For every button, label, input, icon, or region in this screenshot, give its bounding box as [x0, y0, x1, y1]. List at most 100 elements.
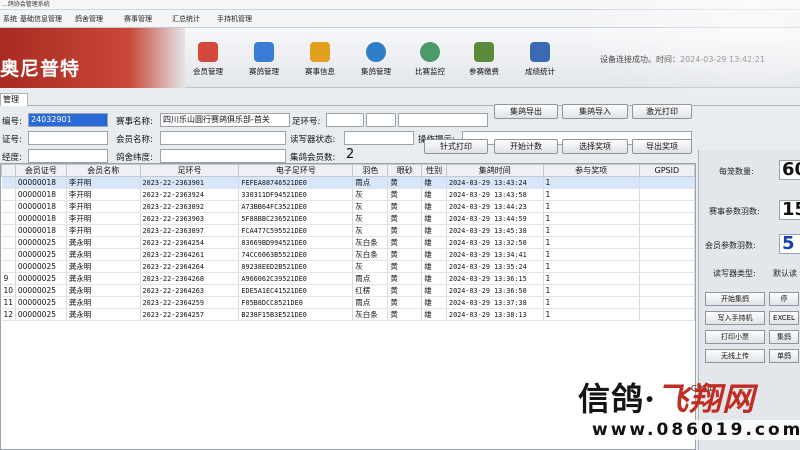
- menu-event[interactable]: 赛事管理: [124, 14, 152, 24]
- status-time: 2024-03-29 13:42:21: [680, 55, 765, 64]
- toolbar-pigeon-button[interactable]: 赛鸽管理: [236, 42, 292, 77]
- import-button[interactable]: 集鸽导入: [562, 104, 628, 119]
- toolbar-stats-button[interactable]: 成绩统计: [512, 42, 568, 77]
- ring-field-3[interactable]: [398, 113, 488, 127]
- cell-eye-sand: 黄: [387, 308, 423, 321]
- toolbar-members-button[interactable]: 会员管理: [180, 42, 236, 77]
- menu-handheld[interactable]: 手持机管理: [217, 14, 252, 24]
- column-header-member-name[interactable]: 会员名称: [65, 164, 141, 177]
- reader-type-value[interactable]: 默认读: [773, 268, 797, 279]
- column-header-electronic-ring[interactable]: 电子足环号: [238, 164, 354, 177]
- table-row[interactable]: 00000018 李开明 2023-22-2363897 FCA477C595521D…: [1, 224, 695, 237]
- number-field[interactable]: 24032901: [28, 113, 108, 127]
- needle-print-button[interactable]: 针式打印: [424, 139, 488, 154]
- toolbar-monitor-button[interactable]: 比赛监控: [402, 42, 458, 77]
- ring-field-2[interactable]: [366, 113, 396, 127]
- table-row[interactable]: 00000025 龚永明 2023-22-2364261 74CC6063B5521D…: [1, 248, 695, 261]
- per-cage-value[interactable]: 60: [779, 160, 800, 180]
- toolbar-gather-button[interactable]: 集鸽管理: [348, 42, 404, 77]
- write-handheld-button[interactable]: 写入手持机: [705, 311, 765, 325]
- cell-eye-sand: 黄: [387, 260, 423, 273]
- toolbar-label: 赛事信息: [305, 67, 335, 76]
- event-param-value[interactable]: 15: [779, 200, 800, 220]
- cell-ring-number: 2023-22-2363892: [140, 200, 240, 213]
- table-row[interactable]: 00000018 李开明 2023-22-2363924 330311DF94521D…: [1, 188, 695, 201]
- table-row[interactable]: 12 00000025 龚永明 2023-22-2364257 B238F15B3E52…: [1, 308, 695, 321]
- column-header-member-id[interactable]: 会员证号: [14, 164, 67, 177]
- latitude-field[interactable]: [160, 149, 286, 163]
- gather-button[interactable]: 集鸽: [769, 330, 799, 344]
- cell-electronic-ring: B238F15B3E521DE0: [238, 308, 354, 321]
- cell-gpsid: [639, 224, 695, 237]
- wireless-upload-button[interactable]: 无线上传: [705, 349, 765, 363]
- cell-sex: 雄: [421, 212, 447, 225]
- cell-eye-sand: 黄: [387, 296, 423, 309]
- menu-basic-info[interactable]: 基础信息管理: [20, 14, 62, 24]
- toolbar-fee-button[interactable]: 参赛缴费: [456, 42, 512, 77]
- excel-button[interactable]: EXCEL: [769, 311, 799, 325]
- device-status: 设备连接成功。时间：2024-03-29 13:42:21: [600, 54, 765, 65]
- event-param-label: 赛事参数羽数:: [709, 207, 760, 216]
- cell-sex: 雄: [421, 260, 447, 273]
- start-count-button[interactable]: 开始计数: [494, 139, 558, 154]
- cell-gpsid: [639, 248, 695, 261]
- toolbar-event-button[interactable]: 赛事信息: [292, 42, 348, 77]
- cell-eye-sand: 黄: [387, 200, 423, 213]
- column-header-time[interactable]: 集鸽时间: [445, 164, 544, 177]
- choose-award-button[interactable]: 选择奖项: [562, 139, 628, 154]
- cell-member-name: 龚永明: [66, 284, 141, 297]
- cell-gather-time: 2024-03-29 13:38:13: [446, 308, 544, 321]
- column-header-gpsid[interactable]: GPSID: [638, 164, 695, 177]
- table-body: 00000018 李开明 2023-22-2363901 FEFEA88746521D…: [1, 176, 695, 321]
- member-param-value[interactable]: 5: [779, 234, 800, 254]
- column-header-sex[interactable]: 性别: [421, 164, 447, 177]
- tab-management[interactable]: 管理: [0, 93, 28, 106]
- gather-icon: [366, 42, 386, 62]
- column-header-award[interactable]: 参与奖项: [542, 164, 640, 177]
- cell-ring-number: 2023-22-2364257: [140, 308, 240, 321]
- table-row[interactable]: 00000018 李开明 2023-22-2363901 FEFEA88746521D…: [1, 176, 695, 189]
- cell-gpsid: [639, 200, 695, 213]
- event-icon: [310, 42, 330, 62]
- table-row[interactable]: 10 00000025 龚永明 2023-22-2364263 EDE5A1EC4152…: [1, 284, 695, 297]
- export-button[interactable]: 集鸽导出: [494, 104, 558, 119]
- cell-feather-color: 灰: [352, 200, 389, 213]
- table-row[interactable]: 00000018 李开明 2023-22-2363903 5F88BBC236521D…: [1, 212, 695, 225]
- start-gather-button[interactable]: 开始集鸽: [705, 292, 765, 306]
- cell-row-index: [1, 260, 16, 273]
- member-name-field[interactable]: [160, 131, 286, 145]
- reader-type-label: 读写器类型:: [713, 269, 756, 278]
- cell-member-name: 李开明: [66, 188, 141, 201]
- cell-gather-time: 2024-03-29 13:43:24: [446, 176, 544, 189]
- table-row[interactable]: 11 00000025 龚永明 2023-22-2364259 F05B8DCC8521…: [1, 296, 695, 309]
- cell-gather-time: 2024-03-29 13:44:59: [446, 212, 544, 225]
- cell-gpsid: [639, 188, 695, 201]
- table-row[interactable]: 00000025 龚永明 2023-22-2364254 83669BD994521D…: [1, 236, 695, 249]
- toolbar-label: 会员管理: [193, 67, 223, 76]
- column-header-ring[interactable]: 足环号: [139, 164, 240, 177]
- single-pigeon-button[interactable]: 单鸽: [769, 349, 799, 363]
- table-row[interactable]: 00000025 龚永明 2023-22-2364264 09238EED2B521D…: [1, 260, 695, 273]
- cell-member-id: 00000025: [15, 236, 67, 249]
- toolbar-label: 成绩统计: [525, 67, 555, 76]
- menu-system[interactable]: 系统: [3, 14, 17, 24]
- column-header-eye[interactable]: 眼砂: [387, 164, 423, 177]
- ring-label: 足环号:: [292, 117, 321, 127]
- table-row[interactable]: 00000018 李开明 2023-22-2363892 A73BB64FC3521D…: [1, 200, 695, 213]
- longitude-field[interactable]: [28, 149, 108, 163]
- print-receipt-button[interactable]: 打印小票: [705, 330, 765, 344]
- reader-status-field: [344, 131, 414, 145]
- laser-print-button[interactable]: 激光打印: [632, 104, 692, 119]
- table-row[interactable]: 9 00000025 龚永明 2023-22-2364268 A966062C39521…: [1, 272, 695, 285]
- column-header-index[interactable]: [1, 164, 16, 177]
- ring-field-1[interactable]: [326, 113, 364, 127]
- event-field[interactable]: 四川乐山圆行赛鸽俱乐部-首关: [160, 113, 290, 127]
- cell-sex: 雄: [421, 224, 447, 237]
- menu-summary[interactable]: 汇总统计: [172, 14, 200, 24]
- member-id-field[interactable]: [28, 131, 108, 145]
- column-header-feather[interactable]: 羽色: [352, 164, 389, 177]
- stop-button[interactable]: 停: [769, 292, 799, 306]
- menu-loft[interactable]: 鸽舍管理: [75, 14, 103, 24]
- brand-band: 奥尼普特: [0, 28, 185, 88]
- export-award-button[interactable]: 导出奖项: [632, 139, 692, 154]
